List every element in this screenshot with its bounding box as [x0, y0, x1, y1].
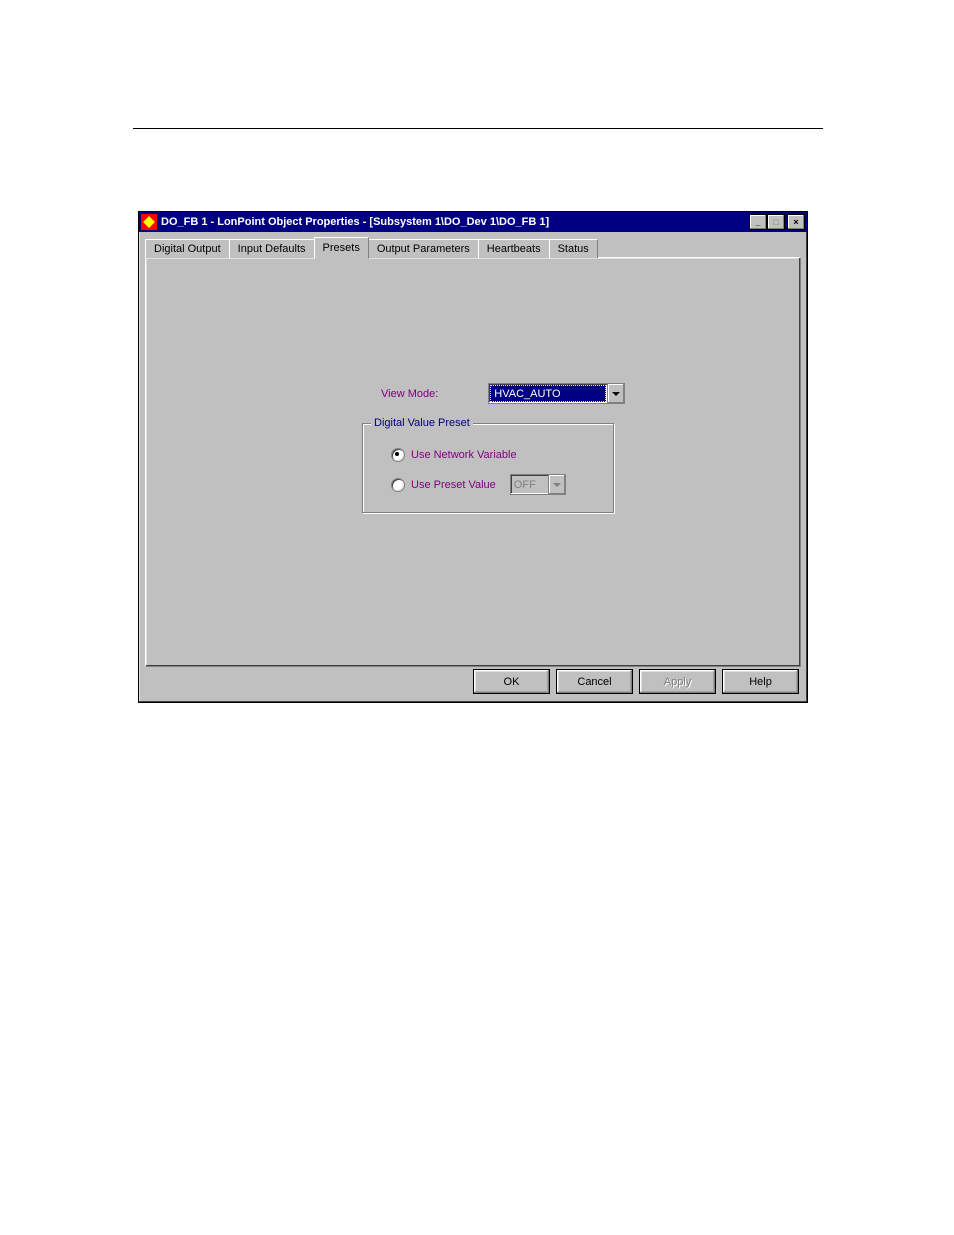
radio-use-preset-value-label: Use Preset Value	[411, 479, 496, 491]
ok-button[interactable]: OK	[473, 669, 550, 694]
preset-value: OFF	[511, 475, 548, 494]
chevron-down-icon[interactable]	[607, 384, 624, 403]
tab-presets[interactable]: Presets	[314, 237, 369, 259]
dialog-button-bar: OK Cancel Apply Help	[473, 669, 799, 694]
titlebar-buttons: _ □ ×	[749, 214, 805, 230]
tab-heartbeats[interactable]: Heartbeats	[478, 239, 550, 258]
apply-button: Apply	[639, 669, 716, 694]
minimize-button[interactable]: _	[749, 214, 767, 230]
digital-value-preset-group: Digital Value Preset Use Network Variabl…	[362, 423, 614, 513]
help-button[interactable]: Help	[722, 669, 799, 694]
radio-icon	[391, 478, 405, 492]
radio-use-network-variable[interactable]: Use Network Variable	[391, 448, 517, 462]
close-button[interactable]: ×	[787, 214, 805, 230]
properties-dialog: DO_FB 1 - LonPoint Object Properties - […	[138, 211, 808, 703]
cancel-button[interactable]: Cancel	[556, 669, 633, 694]
tabstrip: Digital Output Input Defaults Presets Ou…	[145, 238, 801, 258]
group-legend: Digital Value Preset	[371, 417, 473, 429]
maximize-button: □	[767, 214, 785, 230]
view-mode-row: View Mode: HVAC_AUTO	[381, 383, 625, 404]
tab-digital-output[interactable]: Digital Output	[145, 239, 230, 258]
tab-panel-presets: View Mode: HVAC_AUTO Digital Value Prese…	[145, 257, 801, 667]
chevron-down-icon	[548, 475, 565, 494]
tab-output-parameters[interactable]: Output Parameters	[368, 239, 479, 258]
radio-icon	[391, 448, 405, 462]
view-mode-dropdown[interactable]: HVAC_AUTO	[488, 383, 625, 404]
titlebar[interactable]: DO_FB 1 - LonPoint Object Properties - […	[139, 212, 807, 232]
radio-use-network-variable-label: Use Network Variable	[411, 449, 517, 461]
client-area: Digital Output Input Defaults Presets Ou…	[139, 232, 807, 702]
preset-value-dropdown: OFF	[510, 474, 566, 495]
app-icon	[141, 214, 157, 230]
page-divider	[133, 128, 823, 129]
tab-input-defaults[interactable]: Input Defaults	[229, 239, 315, 258]
view-mode-value: HVAC_AUTO	[490, 385, 606, 402]
tab-status[interactable]: Status	[549, 239, 598, 258]
window-title: DO_FB 1 - LonPoint Object Properties - […	[161, 216, 749, 228]
view-mode-label: View Mode:	[381, 388, 438, 400]
radio-use-preset-value[interactable]: Use Preset Value OFF	[391, 474, 566, 495]
